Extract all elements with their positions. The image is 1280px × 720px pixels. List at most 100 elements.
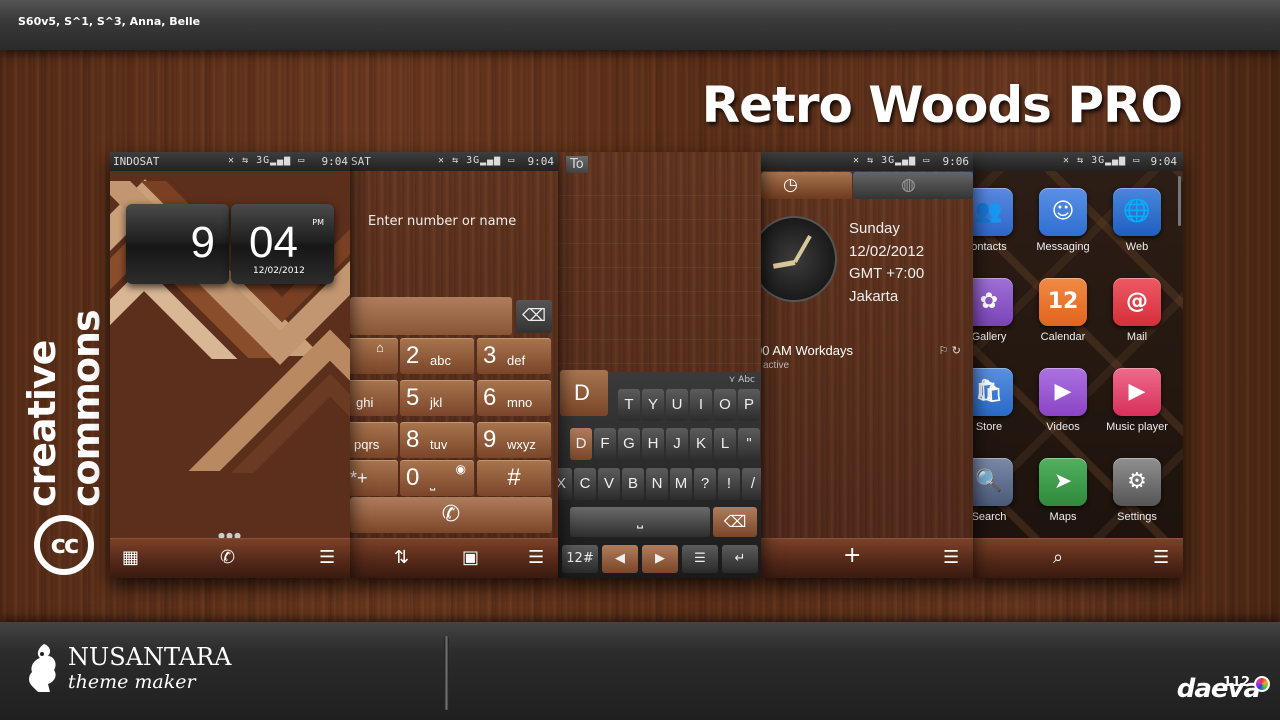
key-8[interactable]: 8 tuv — [400, 422, 474, 458]
app-label: Web — [1125, 241, 1149, 253]
options-key[interactable]: ☰ — [682, 545, 718, 573]
author-number: 112 — [1222, 675, 1250, 690]
key-u[interactable]: U — [666, 389, 688, 421]
key-5[interactable]: 5 jkl — [400, 380, 474, 416]
key-g[interactable]: G — [618, 428, 640, 460]
status-icons: ✕ ⇆ 3G▂▄▆ ▭ — [1063, 155, 1141, 166]
key-p[interactable]: P — [738, 389, 760, 421]
phone-icon[interactable]: ✆ — [220, 548, 235, 568]
alarm-status: active — [763, 360, 790, 371]
to-field-label[interactable]: To — [566, 156, 588, 173]
clock-timezone: GMT +7:00 — [849, 265, 925, 282]
scrollbar[interactable] — [1178, 176, 1181, 226]
key-j[interactable]: J — [666, 428, 688, 460]
app-gallery[interactable]: ✿ Gallery — [973, 278, 1027, 343]
app-web[interactable]: 🌐 Web — [1099, 188, 1175, 253]
message-lines — [558, 172, 761, 372]
key-d[interactable]: D — [570, 428, 592, 460]
key-1[interactable]: ⌂ — [350, 338, 398, 374]
grid-icon[interactable]: ▦ — [122, 548, 139, 568]
key-h[interactable]: H — [642, 428, 664, 460]
menu-screen: ✕ ⇆ 3G▂▄▆ ▭ 9:04 👥 ontacts ☺ Messaging 🌐… — [973, 152, 1183, 578]
menu-icon[interactable]: ☰ — [528, 548, 544, 568]
key-k[interactable]: K — [690, 428, 712, 460]
transfer-icon[interactable]: ⇅ — [394, 548, 409, 568]
app-label: Settings — [1117, 511, 1157, 523]
key-3[interactable]: 3 def — [477, 338, 551, 374]
key-star[interactable]: *+ — [350, 460, 398, 496]
key-preview: D — [560, 370, 608, 416]
key-o[interactable]: O — [714, 389, 736, 421]
key-c[interactable]: C — [574, 468, 596, 500]
brand-name: NUSANTARA — [68, 643, 232, 671]
key-hash[interactable]: # — [477, 460, 551, 496]
app-maps[interactable]: ➤ Maps — [1025, 458, 1101, 523]
clock-day: Sunday — [849, 220, 900, 237]
cc-logo-icon: cc — [34, 515, 94, 575]
operator-name: SAT — [351, 155, 371, 168]
app-videos[interactable]: ▶ Videos — [1025, 368, 1101, 433]
tab-world-clock[interactable]: ◍ — [853, 172, 973, 199]
enter-key[interactable]: ↵ — [722, 545, 758, 573]
key-letters: mno — [507, 395, 533, 410]
clock-hour-widget[interactable]: 9 — [126, 204, 229, 284]
app-settings[interactable]: ⚙ Settings — [1099, 458, 1175, 523]
key-i[interactable]: I — [690, 389, 712, 421]
key-4[interactable]: ghi — [350, 380, 398, 416]
menu-icon[interactable]: ☰ — [1153, 548, 1169, 568]
menu-icon[interactable]: ☰ — [943, 548, 959, 568]
key-digit: 9 — [483, 426, 497, 453]
clock-city: Jakarta — [849, 288, 899, 305]
eye-icon: ◉ — [455, 462, 466, 476]
color-wheel-icon — [1254, 676, 1270, 692]
status-bar: SAT ✕ ⇆ 3G▂▄▆ ▭ 9:04 — [350, 152, 558, 171]
app-mail[interactable]: @ Mail — [1099, 278, 1175, 343]
app-music-player[interactable]: ▶ Music player — [1099, 368, 1175, 433]
key-slash[interactable]: / — [742, 468, 761, 500]
app-contacts[interactable]: 👥 ontacts — [973, 188, 1027, 253]
key-m[interactable]: M — [670, 468, 692, 500]
cursor-left-key[interactable]: ◀ — [602, 545, 638, 573]
app-store[interactable]: 🛍 Store — [973, 368, 1027, 433]
key-quote[interactable]: " — [738, 428, 760, 460]
key-v[interactable]: V — [598, 468, 620, 500]
menu-icon[interactable]: ☰ — [319, 548, 335, 568]
app-calendar[interactable]: 12 Calendar — [1025, 278, 1101, 343]
app-messaging[interactable]: ☺ Messaging — [1025, 188, 1101, 253]
search-icon[interactable]: ⌕ — [1053, 548, 1063, 568]
contacts-icon[interactable]: ▣ — [462, 548, 479, 568]
platform-list: S60v5, S^1, S^3, Anna, Belle — [18, 15, 201, 28]
key-2[interactable]: 2 abc — [400, 338, 474, 374]
key-n[interactable]: N — [646, 468, 668, 500]
clock-minute-widget[interactable]: 04 PM 12/02/2012 — [231, 204, 334, 284]
backspace-button[interactable]: ⌫ — [516, 300, 552, 333]
delete-key[interactable]: ⌫ — [713, 507, 757, 537]
key-x[interactable]: X — [558, 468, 572, 500]
key-l[interactable]: L — [714, 428, 736, 460]
dial-number-input[interactable]: Enter number or name — [368, 214, 516, 229]
key-digit: 8 — [406, 426, 420, 453]
key-9[interactable]: 9 wxyz — [477, 422, 551, 458]
key-b[interactable]: B — [622, 468, 644, 500]
number-display-field[interactable] — [350, 297, 512, 335]
key-y[interactable]: Y — [642, 389, 664, 421]
tab-clock[interactable]: ◷ — [761, 172, 852, 199]
key-6[interactable]: 6 mno — [477, 380, 551, 416]
add-icon[interactable]: + — [843, 545, 861, 567]
key-letters: ⎵ — [430, 475, 436, 490]
key-exclaim[interactable]: ! — [718, 468, 740, 500]
alarm-item[interactable]: 00 AM Workdays — [761, 343, 853, 358]
key-7[interactable]: pqrs — [350, 422, 398, 458]
key-question[interactable]: ? — [694, 468, 716, 500]
key-t[interactable]: T — [618, 389, 640, 421]
symbols-key[interactable]: 12# — [562, 545, 598, 573]
app-search[interactable]: 🔍 Search — [973, 458, 1027, 523]
key-f[interactable]: F — [594, 428, 616, 460]
calendar-icon: 12 — [1039, 278, 1087, 326]
call-button[interactable]: ✆ — [350, 497, 552, 533]
space-key[interactable]: ⎵ — [570, 507, 710, 537]
cursor-right-key[interactable]: ▶ — [642, 545, 678, 573]
nusantara-logo: NUSANTARA theme maker — [24, 642, 231, 694]
key-letters: abc — [430, 353, 451, 368]
key-0[interactable]: 0 ⎵ ◉ — [400, 460, 474, 496]
